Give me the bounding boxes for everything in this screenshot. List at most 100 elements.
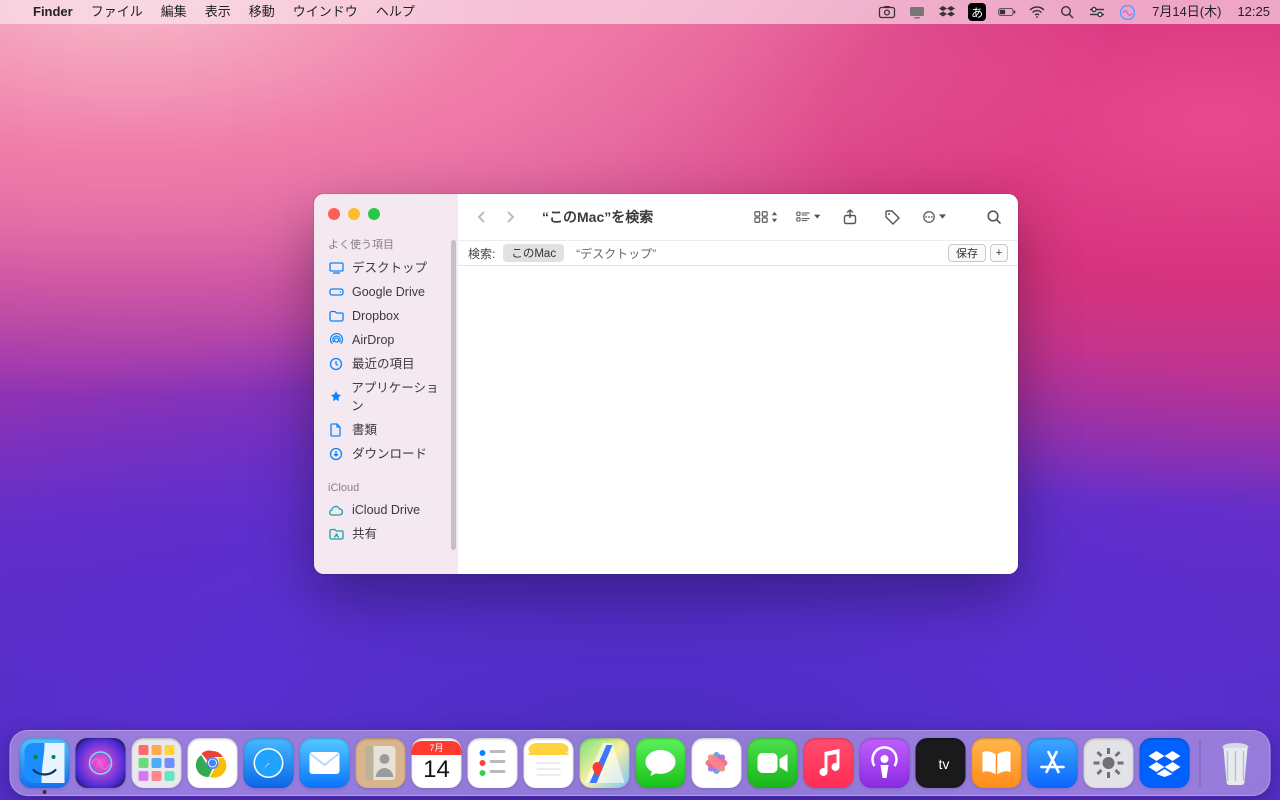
sidebar-item-label: Google Drive	[352, 283, 425, 301]
menu-go[interactable]: 移動	[240, 0, 284, 24]
dock-app-notes[interactable]	[524, 738, 574, 788]
harddrive-icon	[328, 286, 344, 298]
back-button[interactable]	[470, 205, 494, 229]
dock: 7月 14 tv	[10, 730, 1271, 796]
menu-bar-date[interactable]: 7月14日(木)	[1148, 0, 1225, 24]
folder-icon	[328, 310, 344, 322]
view-mode-button[interactable]	[754, 205, 778, 229]
sidebar-item-downloads[interactable]: ダウンロード	[314, 442, 458, 466]
sidebar-item-label: デスクトップ	[352, 259, 427, 277]
sidebar-item-label: Dropbox	[352, 307, 399, 325]
sidebar-heading-icloud: iCloud	[314, 480, 458, 498]
siri-menu-icon[interactable]	[1118, 5, 1136, 20]
sidebar-item-label: AirDrop	[352, 331, 394, 349]
battery-menu-icon[interactable]	[998, 6, 1016, 18]
share-button[interactable]	[838, 205, 862, 229]
dock-app-siri[interactable]	[76, 738, 126, 788]
menu-bar: Finder ファイル 編集 表示 移動 ウインドウ ヘルプ あ	[0, 0, 1280, 24]
search-scope-bar: 検索: このMac “デスクトップ” 保存 +	[458, 240, 1018, 266]
sidebar-item-label: 最近の項目	[352, 355, 415, 373]
sidebar-item-iclouddrive[interactable]: iCloud Drive	[314, 498, 458, 522]
finder-sidebar: よく使う項目 デスクトップ Google Drive Dropbox AirDr…	[314, 194, 458, 574]
sidebar-item-documents[interactable]: 書類	[314, 418, 458, 442]
sidebar-item-applications[interactable]: アプリケーション	[314, 376, 458, 418]
finder-toolbar: “このMac”を検索	[458, 194, 1018, 240]
calendar-month-label: 7月	[412, 741, 462, 755]
dock-trash[interactable]	[1211, 738, 1261, 788]
search-scope-desktop[interactable]: “デスクトップ”	[572, 245, 660, 262]
app-menu[interactable]: Finder	[24, 0, 82, 24]
download-icon	[328, 447, 344, 461]
dropbox-menu-icon[interactable]	[938, 5, 956, 19]
calendar-day-label: 14	[423, 755, 450, 785]
sidebar-item-airdrop[interactable]: AirDrop	[314, 328, 458, 352]
window-title: “このMac”を検索	[536, 207, 659, 227]
dock-app-chrome[interactable]	[188, 738, 238, 788]
finder-main: “このMac”を検索	[458, 194, 1018, 574]
search-button[interactable]	[982, 205, 1006, 229]
search-label: 検索:	[468, 245, 495, 262]
input-source-menu[interactable]: あ	[968, 3, 986, 21]
menu-edit[interactable]: 編集	[152, 0, 196, 24]
sidebar-item-label: アプリケーション	[351, 379, 446, 415]
dock-app-appstore[interactable]	[1028, 738, 1078, 788]
sidebar-heading-favorites: よく使う項目	[314, 234, 458, 256]
sidebar-item-dropbox[interactable]: Dropbox	[314, 304, 458, 328]
dock-app-tv[interactable]: tv	[916, 738, 966, 788]
dock-app-dropbox[interactable]	[1140, 738, 1190, 788]
cloud-icon	[328, 505, 344, 516]
dock-app-safari[interactable]	[244, 738, 294, 788]
desktop-icon	[328, 262, 344, 274]
menu-help[interactable]: ヘルプ	[367, 0, 424, 24]
dock-app-mail[interactable]	[300, 738, 350, 788]
shared-folder-icon	[328, 528, 344, 540]
sidebar-item-label: 書類	[352, 421, 377, 439]
dock-app-podcasts[interactable]	[860, 738, 910, 788]
tags-button[interactable]	[880, 205, 904, 229]
dock-app-launchpad[interactable]	[132, 738, 182, 788]
action-button[interactable]	[922, 205, 946, 229]
sidebar-item-desktop[interactable]: デスクトップ	[314, 256, 458, 280]
screenshot-menu-icon[interactable]	[878, 5, 896, 19]
dock-app-contacts[interactable]	[356, 738, 406, 788]
dock-app-photos[interactable]	[692, 738, 742, 788]
dock-app-messages[interactable]	[636, 738, 686, 788]
sidebar-item-recents[interactable]: 最近の項目	[314, 352, 458, 376]
control-center-menu-icon[interactable]	[1088, 6, 1106, 18]
sidebar-item-shared[interactable]: 共有	[314, 522, 458, 546]
airdrop-icon	[328, 333, 344, 347]
menu-file[interactable]: ファイル	[82, 0, 152, 24]
close-button[interactable]	[328, 208, 340, 220]
search-scope-thismac[interactable]: このMac	[503, 244, 564, 262]
finder-window: よく使う項目 デスクトップ Google Drive Dropbox AirDr…	[314, 194, 1018, 574]
dock-app-books[interactable]	[972, 738, 1022, 788]
sidebar-item-googledrive[interactable]: Google Drive	[314, 280, 458, 304]
zoom-button[interactable]	[368, 208, 380, 220]
wifi-menu-icon[interactable]	[1028, 6, 1046, 18]
clock-icon	[328, 357, 344, 371]
spotlight-menu-icon[interactable]	[1058, 5, 1076, 19]
dock-app-facetime[interactable]	[748, 738, 798, 788]
add-criteria-button[interactable]: +	[990, 244, 1008, 262]
menu-view[interactable]: 表示	[196, 0, 240, 24]
dock-app-reminders[interactable]	[468, 738, 518, 788]
svg-text:tv: tv	[939, 756, 950, 772]
group-by-button[interactable]	[796, 205, 820, 229]
dock-separator	[1200, 739, 1201, 787]
dock-app-settings[interactable]	[1084, 738, 1134, 788]
dock-app-calendar[interactable]: 7月 14	[412, 738, 462, 788]
window-controls	[314, 194, 458, 220]
sidebar-scrollbar[interactable]	[451, 240, 456, 550]
display-menu-icon[interactable]	[908, 6, 926, 19]
menu-window[interactable]: ウインドウ	[284, 0, 367, 24]
dock-app-finder[interactable]	[20, 738, 70, 788]
minimize-button[interactable]	[348, 208, 360, 220]
dock-app-maps[interactable]	[580, 738, 630, 788]
save-search-button[interactable]: 保存	[948, 244, 986, 262]
forward-button[interactable]	[498, 205, 522, 229]
finder-content-area[interactable]	[458, 266, 1018, 574]
menu-bar-time[interactable]: 12:25	[1237, 0, 1272, 24]
dock-app-music[interactable]	[804, 738, 854, 788]
applications-icon	[328, 390, 343, 404]
sidebar-item-label: iCloud Drive	[352, 501, 420, 519]
